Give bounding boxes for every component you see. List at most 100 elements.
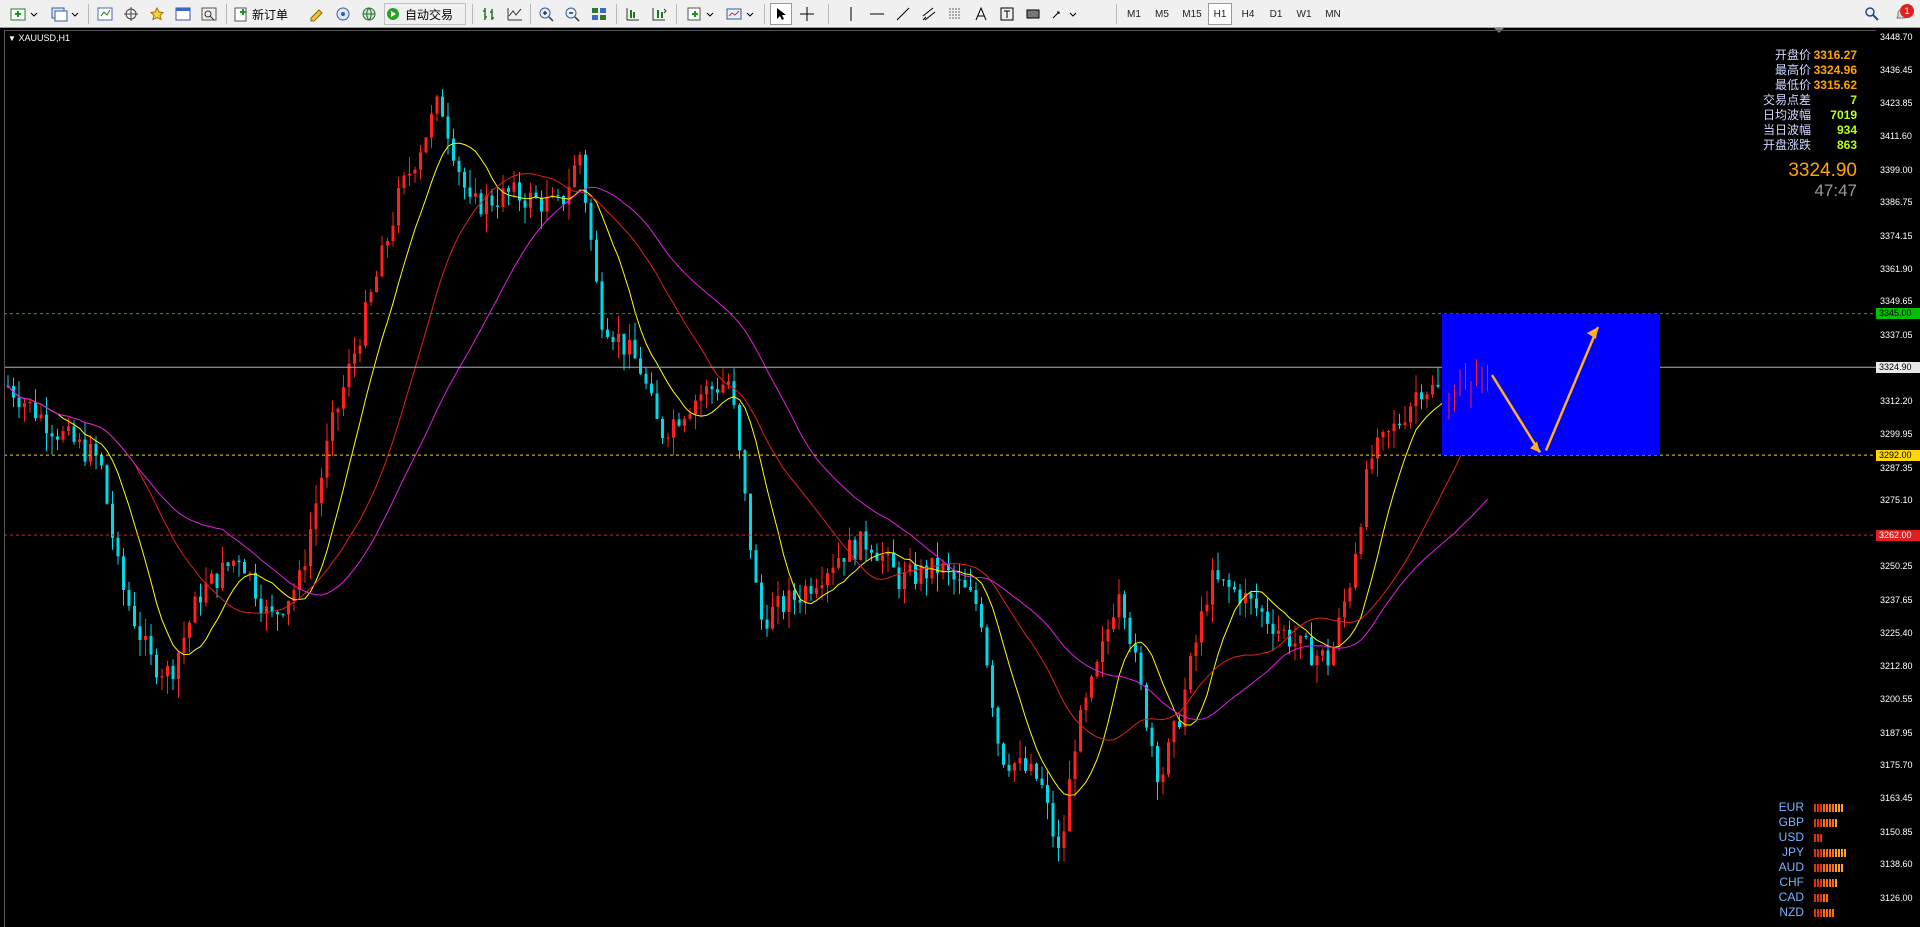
crosshair-tool-button[interactable] xyxy=(796,3,818,25)
info-label: 日均波幅 xyxy=(1762,108,1811,122)
strength-bar xyxy=(1823,804,1825,812)
price-tick-label: 3275.10 xyxy=(1880,495,1913,506)
zoom-out-button[interactable] xyxy=(562,3,584,25)
info-value: 7019 xyxy=(1830,108,1857,122)
tile-windows-button[interactable] xyxy=(588,3,610,25)
timeframe-w1[interactable]: W1 xyxy=(1292,3,1316,25)
strength-bars xyxy=(1814,804,1843,812)
currency-label: CAD xyxy=(1778,890,1804,904)
strength-bar xyxy=(1832,909,1834,917)
bar-chart-button[interactable] xyxy=(478,3,500,25)
price-tick-label: 3361.90 xyxy=(1880,263,1913,274)
info-label: 最低价 xyxy=(1774,78,1811,92)
cursor-tool-button[interactable] xyxy=(770,3,792,25)
price-tick-label: 3448.70 xyxy=(1880,32,1913,42)
strength-bar xyxy=(1835,849,1837,857)
strength-bars xyxy=(1814,849,1846,857)
strength-bar xyxy=(1829,879,1831,887)
currency-label: JPY xyxy=(1781,845,1804,859)
strength-bar xyxy=(1817,909,1819,917)
price-tick-label: 3349.65 xyxy=(1880,296,1913,307)
zoom-in-button[interactable] xyxy=(536,3,558,25)
timeframe-d1[interactable]: D1 xyxy=(1264,3,1288,25)
data-window-button[interactable] xyxy=(120,3,142,25)
price-tick-label: 3225.40 xyxy=(1880,627,1913,638)
timeframe-m15[interactable]: M15 xyxy=(1178,3,1206,25)
line-chart-button[interactable] xyxy=(504,3,526,25)
text-label-button[interactable] xyxy=(996,3,1018,25)
text-a-icon xyxy=(975,6,987,21)
strength-bar xyxy=(1820,894,1822,902)
info-value: 3324.96 xyxy=(1813,63,1857,77)
symbol-timeframe: XAUUSD,H1 xyxy=(18,33,70,43)
timeframe-m15-label: M15 xyxy=(1182,8,1202,20)
new-chart-icon xyxy=(10,8,38,21)
profiles-button[interactable] xyxy=(46,3,82,25)
indicators-icon xyxy=(687,7,714,21)
vertical-line-button[interactable] xyxy=(840,3,862,25)
timeframe-m5[interactable]: M5 xyxy=(1150,3,1174,25)
price-tick-label: 3200.55 xyxy=(1880,694,1913,705)
notifications-button[interactable]: 1 xyxy=(1886,3,1916,25)
info-value: 7 xyxy=(1850,93,1857,107)
rectangle-label-button[interactable] xyxy=(1022,3,1044,25)
price-tick-label: 3287.35 xyxy=(1880,462,1913,473)
horizontal-line-icon xyxy=(870,13,884,15)
strength-bar xyxy=(1814,909,1816,917)
channel-button[interactable] xyxy=(918,3,940,25)
price-tick-label: 3138.60 xyxy=(1880,859,1913,870)
arrows-button[interactable] xyxy=(1048,3,1082,25)
strength-bar xyxy=(1826,849,1828,857)
navigator-button[interactable] xyxy=(146,3,168,25)
timeframe-m1[interactable]: M1 xyxy=(1122,3,1146,25)
price-tick-label: 3399.00 xyxy=(1880,164,1913,175)
market-watch-button[interactable] xyxy=(94,3,116,25)
auto-trading-button[interactable]: 自动交易 xyxy=(384,3,466,25)
timeframe-h1[interactable]: H1 xyxy=(1208,3,1232,25)
new-order-button[interactable]: 新订单 xyxy=(232,3,304,25)
strategy-tester-button[interactable] xyxy=(198,3,220,25)
timeframe-m5-label: M5 xyxy=(1155,8,1169,20)
search-button[interactable] xyxy=(1862,3,1882,25)
strength-bar xyxy=(1820,819,1822,827)
strength-bar xyxy=(1814,894,1816,902)
signals-button[interactable] xyxy=(332,3,354,25)
strength-bar xyxy=(1841,804,1843,812)
trendline-button[interactable] xyxy=(892,3,914,25)
strength-bar xyxy=(1835,819,1837,827)
templates-button[interactable] xyxy=(722,3,758,25)
fibonacci-button[interactable] xyxy=(944,3,966,25)
timeframe-mn-label: MN xyxy=(1325,8,1341,20)
strength-bar xyxy=(1844,849,1846,857)
editor-icon xyxy=(310,9,323,22)
indicators-button[interactable] xyxy=(682,3,718,25)
strength-bars xyxy=(1814,864,1843,872)
crosshair-icon xyxy=(800,7,814,21)
strength-bar xyxy=(1820,909,1822,917)
horizontal-line-button[interactable] xyxy=(866,3,888,25)
symbol-dropdown-icon[interactable]: ▼ xyxy=(8,34,16,43)
strength-bar xyxy=(1838,849,1840,857)
price-tag-current: 3324.90 xyxy=(1876,361,1920,373)
price-tag-support: 3292.00 xyxy=(1876,449,1920,461)
info-value: 863 xyxy=(1836,138,1857,152)
strength-bar xyxy=(1814,804,1816,812)
price-tick-label: 3411.60 xyxy=(1880,130,1912,141)
zoom-in-icon xyxy=(539,7,554,22)
meta-editor-button[interactable] xyxy=(306,3,328,25)
price-tick-label: 3386.75 xyxy=(1880,197,1913,208)
text-tool-button[interactable] xyxy=(970,3,992,25)
info-row: 开盘涨跌 863 xyxy=(1763,138,1857,153)
terminal-button[interactable] xyxy=(172,3,194,25)
strength-bar xyxy=(1820,879,1822,887)
timeframe-h4[interactable]: H4 xyxy=(1236,3,1260,25)
strength-bar xyxy=(1835,879,1837,887)
auto-scroll-button[interactable] xyxy=(622,3,644,25)
current-price-display: 3324.90 xyxy=(1788,160,1857,181)
info-value: 934 xyxy=(1836,123,1857,137)
chart-shift-button[interactable] xyxy=(648,3,670,25)
new-chart-button[interactable] xyxy=(6,3,42,25)
timeframe-mn[interactable]: MN xyxy=(1320,3,1346,25)
timeframe-h4-label: H4 xyxy=(1241,8,1255,20)
market-button[interactable] xyxy=(358,3,380,25)
